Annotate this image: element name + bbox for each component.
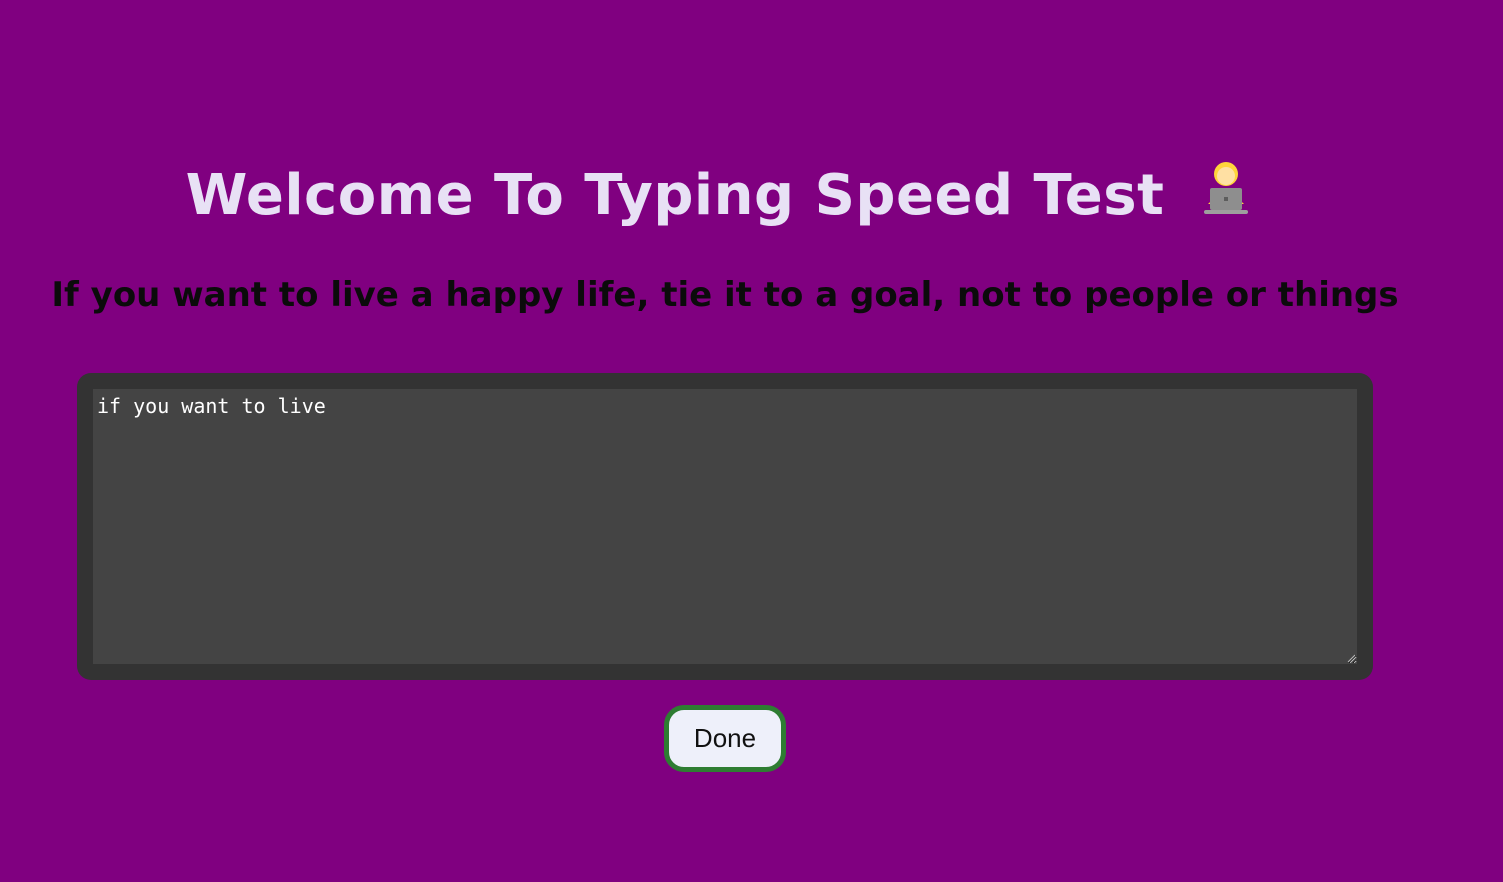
typing-input[interactable]: if you want to live <box>93 389 1357 664</box>
typing-area-frame: if you want to live <box>77 373 1373 680</box>
done-button[interactable]: Done <box>664 705 786 772</box>
person-at-laptop-icon <box>1198 160 1254 218</box>
typing-test-page: Welcome To Typing Speed Test If you want… <box>0 0 1503 882</box>
page-title-text: Welcome To Typing Speed Test <box>185 163 1165 228</box>
resize-handle-icon[interactable] <box>1347 654 1355 662</box>
page-title: Welcome To Typing Speed Test <box>0 160 1440 228</box>
quote-text: If you want to live a happy life, tie it… <box>51 275 1399 315</box>
